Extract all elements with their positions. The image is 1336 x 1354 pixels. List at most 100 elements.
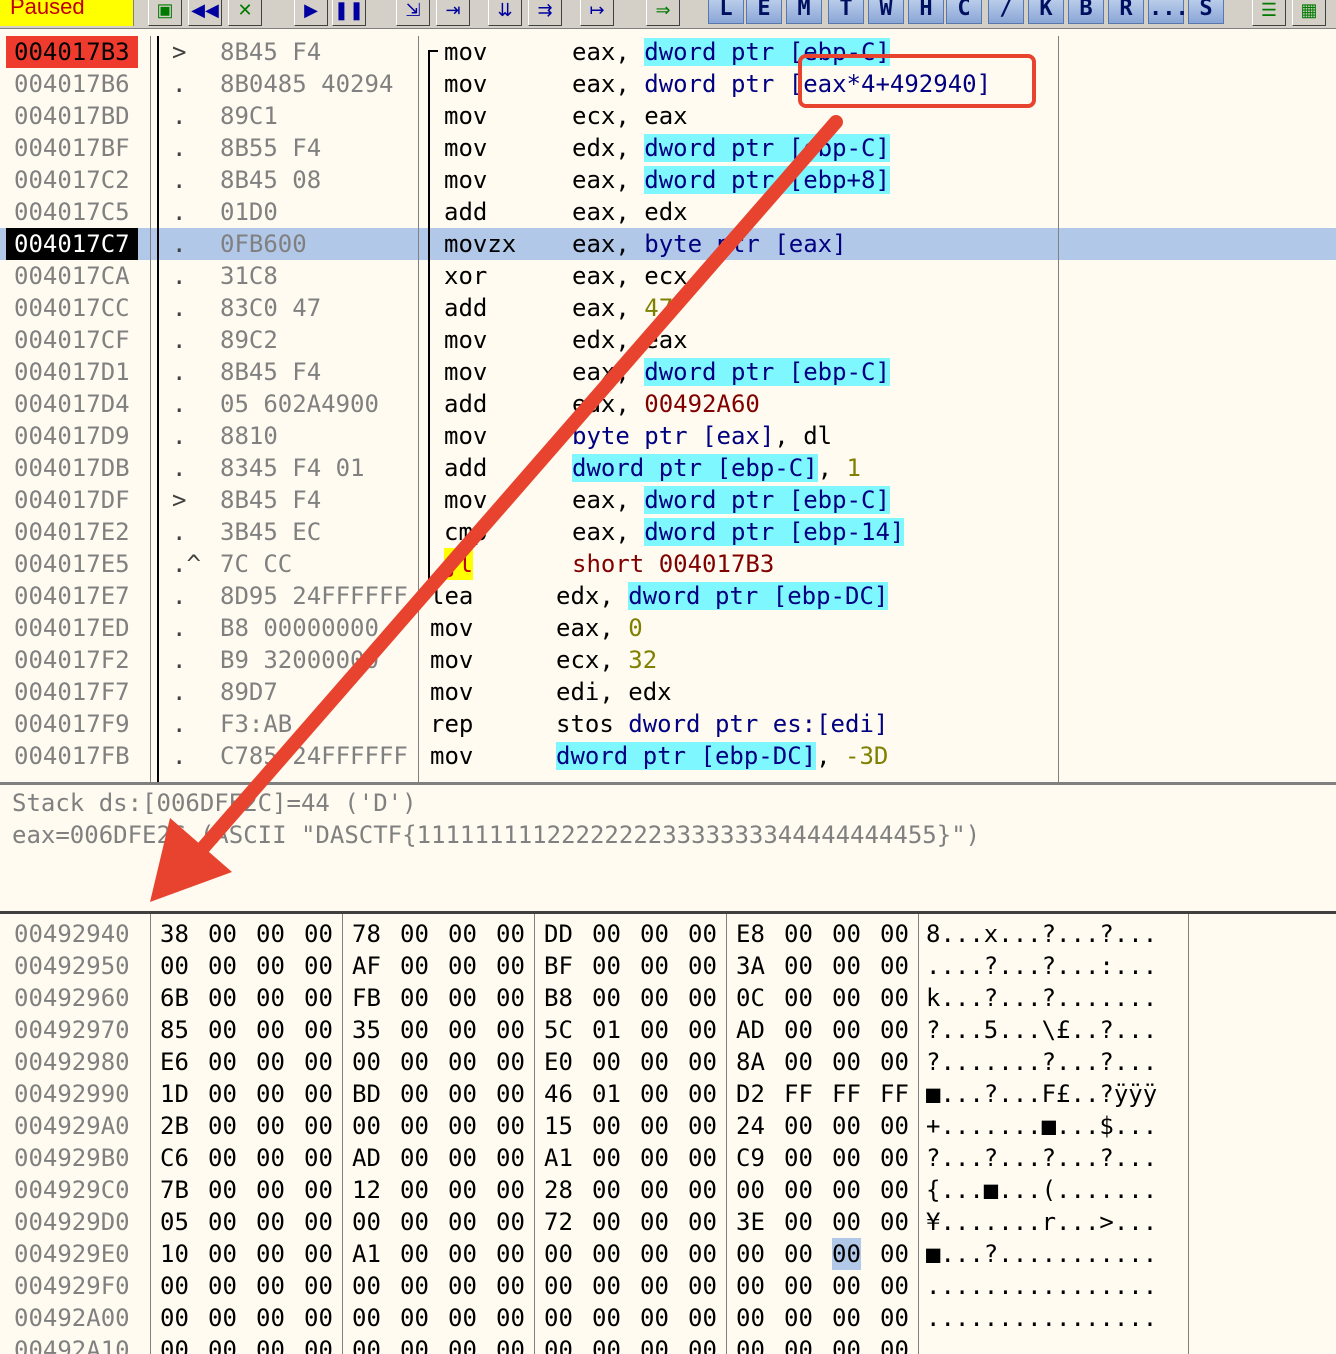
dump-byte[interactable]: 00 <box>400 1174 429 1206</box>
dump-byte[interactable]: 00 <box>304 1110 333 1142</box>
dump-byte[interactable]: A1 <box>544 1142 573 1174</box>
dump-byte[interactable]: 00 <box>496 1270 525 1302</box>
memory-dump-pane[interactable]: 00492940 38 00 00 00 78 00 00 00 DD 00 00 00 E8 00 00 00… <box>0 914 1336 1354</box>
dump-byte[interactable]: 00 <box>448 982 477 1014</box>
dump-byte[interactable]: 00 <box>688 1174 717 1206</box>
dump-byte[interactable]: 00 <box>880 1270 909 1302</box>
dump-byte[interactable]: 00 <box>160 1302 189 1334</box>
dump-byte[interactable]: 00 <box>880 1206 909 1238</box>
dump-byte[interactable]: 38 <box>160 918 189 950</box>
dump-byte[interactable]: 00 <box>784 982 813 1014</box>
dump-byte[interactable]: FF <box>880 1078 909 1110</box>
window-button-1[interactable]: E <box>746 0 782 24</box>
dump-byte[interactable]: 00 <box>640 982 669 1014</box>
dump-byte[interactable]: 00 <box>592 950 621 982</box>
dump-byte[interactable]: 6B <box>160 982 189 1014</box>
dump-byte[interactable]: 8A <box>736 1046 765 1078</box>
dump-byte[interactable]: 00 <box>592 1206 621 1238</box>
dump-row[interactable]: 004929C0 7B 00 00 00 12 00 00 00 28 00 00 00 00 00 00 00… <box>0 1174 1336 1206</box>
disasm-row[interactable]: 004017CC. 83C0 47 add eax, 47 <box>0 292 1336 324</box>
dump-byte[interactable]: 00 <box>736 1302 765 1334</box>
dump-byte[interactable]: 00 <box>688 1206 717 1238</box>
dump-byte[interactable]: 12 <box>352 1174 381 1206</box>
dump-byte[interactable]: 00 <box>544 1270 573 1302</box>
dump-byte[interactable]: 7B <box>160 1174 189 1206</box>
dump-byte[interactable]: 00 <box>352 1334 381 1354</box>
window-button-0[interactable]: L <box>708 0 744 24</box>
dump-byte[interactable]: E0 <box>544 1046 573 1078</box>
dump-byte[interactable]: 00 <box>496 1174 525 1206</box>
dump-byte[interactable]: 10 <box>160 1238 189 1270</box>
dump-byte[interactable]: 00 <box>640 1334 669 1354</box>
dump-byte[interactable]: 00 <box>448 1302 477 1334</box>
dump-byte[interactable]: 01 <box>592 1078 621 1110</box>
dump-byte[interactable]: FB <box>352 982 381 1014</box>
dump-byte[interactable]: 00 <box>304 918 333 950</box>
dump-byte[interactable]: 00 <box>688 1110 717 1142</box>
dump-byte[interactable]: 00 <box>592 1270 621 1302</box>
dump-byte[interactable]: 00 <box>832 1110 861 1142</box>
dump-byte[interactable]: 5C <box>544 1014 573 1046</box>
dump-byte[interactable]: 00 <box>208 1334 237 1354</box>
list-icon[interactable]: ☰ <box>1252 0 1286 26</box>
disasm-row[interactable]: 004017C5. 01D0 add eax, edx <box>0 196 1336 228</box>
dump-byte[interactable]: 24 <box>736 1110 765 1142</box>
dump-row[interactable]: 00492960 6B 00 00 00 FB 00 00 00 B8 00 00 00 0C 00 00 00… <box>0 982 1336 1014</box>
dump-byte[interactable]: 00 <box>208 918 237 950</box>
dump-byte[interactable]: 00 <box>784 1238 813 1270</box>
dump-byte[interactable]: 00 <box>400 950 429 982</box>
dump-byte[interactable]: 00 <box>640 1238 669 1270</box>
dump-byte[interactable]: 00 <box>208 1174 237 1206</box>
dump-byte[interactable]: C9 <box>736 1142 765 1174</box>
dump-byte[interactable]: 00 <box>688 982 717 1014</box>
dump-row[interactable]: 004929D0 05 00 00 00 00 00 00 00 72 00 00 00 3E 00 00 00… <box>0 1206 1336 1238</box>
dump-byte[interactable]: 00 <box>304 1014 333 1046</box>
dump-byte[interactable]: 00 <box>544 1334 573 1354</box>
dump-byte[interactable]: 00 <box>256 1302 285 1334</box>
dump-byte[interactable]: 00 <box>304 982 333 1014</box>
dump-byte[interactable]: 00 <box>496 918 525 950</box>
disasm-row[interactable]: 004017E2. 3B45 EC cmp eax, dword ptr [ebp-1… <box>0 516 1336 548</box>
window-button-2[interactable]: M <box>786 0 822 24</box>
disasm-row[interactable]: 004017CA. 31C8 xor eax, ecx <box>0 260 1336 292</box>
disasm-row[interactable]: 004017D1. 8B45 F4 mov eax, dword ptr [ebp-C… <box>0 356 1336 388</box>
dump-byte[interactable]: 2B <box>160 1110 189 1142</box>
dump-byte[interactable]: 00 <box>880 1238 909 1270</box>
dump-byte[interactable]: 00 <box>736 1174 765 1206</box>
dump-byte[interactable]: 00 <box>496 1014 525 1046</box>
disasm-row[interactable]: 004017BD. 89C1 mov ecx, eax <box>0 100 1336 132</box>
disasm-row[interactable]: 004017DF >8B45 F4 mov eax, dword ptr [ebp-C… <box>0 484 1336 516</box>
dump-row[interactable]: 004929B0 C6 00 00 00 AD 00 00 00 A1 00 00 00 C9 00 00 00… <box>0 1142 1336 1174</box>
disasm-row[interactable]: 004017D4. 05 602A4900 add eax, 00492A60 <box>0 388 1336 420</box>
dump-byte[interactable]: 00 <box>496 1142 525 1174</box>
dump-byte[interactable]: 85 <box>160 1014 189 1046</box>
window-button-3[interactable]: T <box>828 0 864 24</box>
dump-byte[interactable]: 00 <box>208 1046 237 1078</box>
dump-byte[interactable]: 00 <box>160 1270 189 1302</box>
dump-byte[interactable]: 00 <box>208 1270 237 1302</box>
dump-row[interactable]: 00492980 E6 00 00 00 00 00 00 00 E0 00 00 00 8A 00 00 00… <box>0 1046 1336 1078</box>
dump-byte[interactable]: 00 <box>640 1014 669 1046</box>
disasm-row[interactable]: 004017CF. 89C2 mov edx, eax <box>0 324 1336 356</box>
dump-byte[interactable]: 1D <box>160 1078 189 1110</box>
dump-byte[interactable]: 00 <box>400 982 429 1014</box>
dump-byte[interactable]: 00 <box>880 1046 909 1078</box>
dump-byte[interactable]: 00 <box>592 1334 621 1354</box>
goto-icon[interactable]: ⇒ <box>646 0 680 26</box>
dump-byte[interactable]: 00 <box>880 1302 909 1334</box>
dump-byte[interactable]: 00 <box>688 1302 717 1334</box>
dump-byte[interactable]: 00 <box>688 1142 717 1174</box>
disasm-row[interactable]: 004017B3 >8B45 F4 mov eax, dword ptr [ebp-C… <box>0 36 1336 68</box>
disasm-row[interactable]: 004017BF. 8B55 F4 mov edx, dword ptr [ebp-C… <box>0 132 1336 164</box>
dump-byte[interactable]: 00 <box>400 1078 429 1110</box>
dump-byte[interactable]: 00 <box>640 1078 669 1110</box>
dump-byte[interactable]: 00 <box>496 1302 525 1334</box>
dump-byte[interactable]: 00 <box>832 1238 861 1270</box>
dump-byte[interactable]: 00 <box>448 1142 477 1174</box>
disasm-row[interactable]: 004017F2. B9 32000000 mov ecx, 32 <box>0 644 1336 676</box>
dump-byte[interactable]: 00 <box>256 1014 285 1046</box>
dump-byte[interactable]: 00 <box>400 1046 429 1078</box>
dump-row[interactable]: 00492940 38 00 00 00 78 00 00 00 DD 00 00 00 E8 00 00 00… <box>0 918 1336 950</box>
dump-byte[interactable]: 00 <box>448 1238 477 1270</box>
dump-byte[interactable]: 00 <box>832 1142 861 1174</box>
